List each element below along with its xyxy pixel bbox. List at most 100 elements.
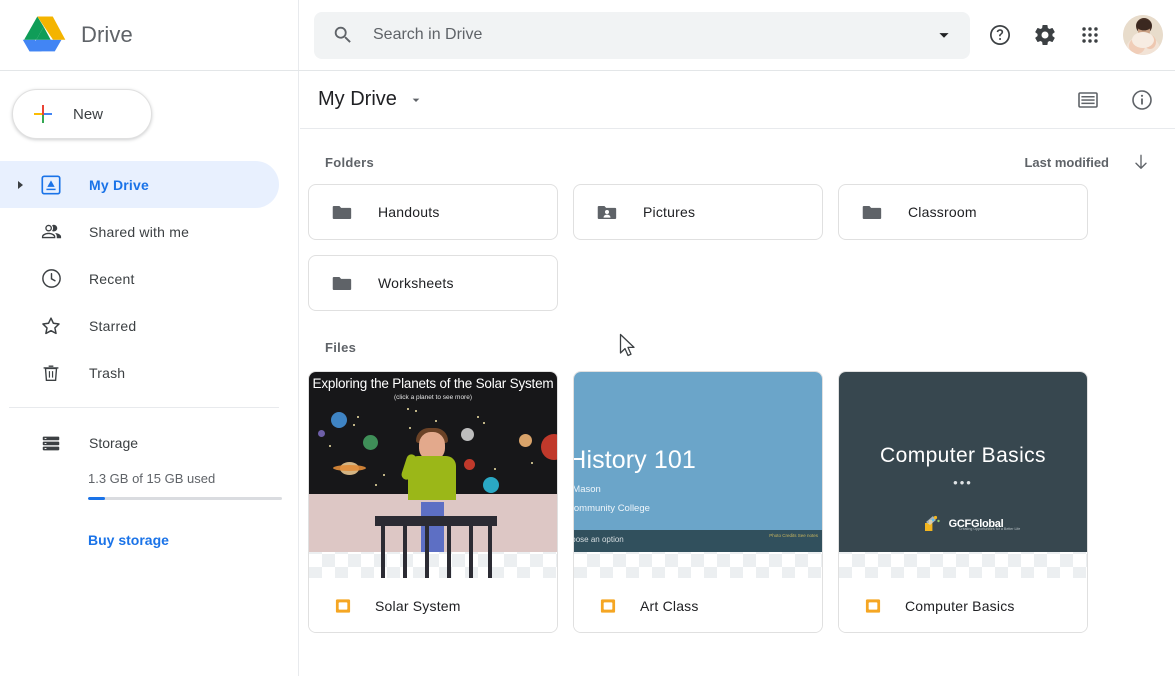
desk (375, 516, 497, 578)
file-thumbnail: Exploring the Planets of the Solar Syste… (309, 372, 557, 578)
solar-system-thumbnail: Exploring the Planets of the Solar Syste… (309, 372, 557, 578)
folder-icon (862, 206, 882, 219)
drive-logo-icon (22, 16, 66, 51)
sidebar: New My Drive Shared with me Recent Starr… (0, 71, 299, 676)
thumbnail-footer-text: Students choose an option (574, 535, 624, 544)
sidebar-divider (9, 407, 279, 408)
brand-area[interactable]: Drive (0, 0, 299, 70)
search-input[interactable] (354, 26, 922, 44)
slides-icon (335, 598, 351, 613)
info-circle-icon (1132, 89, 1152, 110)
main-content: My Drive Folders Last modified Handouts … (300, 71, 1175, 676)
sidebar-nav: My Drive Shared with me Recent Starred T… (0, 161, 298, 396)
new-button-label: New (73, 105, 104, 123)
main-header: My Drive (300, 71, 1175, 129)
page-title-dropdown-button[interactable] (401, 85, 431, 115)
storage-icon (32, 432, 70, 454)
sidebar-item-shared-with-me[interactable]: Shared with me (0, 208, 279, 255)
files-grid: Exploring the Planets of the Solar Syste… (300, 371, 1175, 633)
art-class-thumbnail: Art History 101 Professor Mason Mayfield… (574, 372, 822, 552)
help-button[interactable] (979, 14, 1021, 56)
main-header-actions (1067, 79, 1163, 121)
settings-button[interactable] (1024, 14, 1066, 56)
avatar[interactable] (1123, 15, 1163, 55)
gcfglobal-mark-icon (924, 515, 940, 531)
file-card-solar-system[interactable]: Exploring the Planets of the Solar Syste… (308, 371, 558, 633)
gcfglobal-tagline: Creating Opportunities for a Better Life (958, 527, 1021, 531)
expand-arrow-icon[interactable] (8, 180, 32, 190)
google-apps-button[interactable] (1069, 14, 1111, 56)
chevron-down-icon (939, 33, 949, 38)
new-button[interactable]: New (12, 89, 152, 139)
drive-app: Drive Search in Drive New My Drive Share… (0, 0, 1175, 676)
thumbnail-title: Exploring the Planets of the Solar Syste… (312, 376, 554, 391)
folder-card-worksheets[interactable]: Worksheets (308, 255, 558, 311)
sidebar-item-label: Trash (89, 364, 126, 381)
sidebar-item-label: My Drive (89, 176, 149, 193)
trash-icon (32, 362, 70, 384)
thumbnail-line2: Mayfield Community College (574, 503, 650, 514)
star-icon (32, 314, 70, 338)
file-card-footer: Computer Basics (839, 578, 1087, 632)
slides-icon (865, 598, 881, 613)
folder-name: Pictures (643, 204, 696, 220)
files-section-label: Files (325, 339, 357, 355)
storage-label: Storage (89, 434, 139, 451)
help-circle-icon (990, 25, 1010, 45)
gear-icon (1035, 24, 1055, 45)
buy-storage-link[interactable]: Buy storage (88, 532, 169, 548)
sidebar-item-label: Shared with me (89, 223, 190, 240)
sort-control[interactable]: Last modified (1024, 152, 1163, 172)
folder-icon (332, 206, 352, 219)
details-button[interactable] (1121, 79, 1163, 121)
gcfglobal-logo: GCFGlobal Creating Opportunities for a B… (839, 514, 1087, 532)
folder-name: Handouts (378, 204, 440, 220)
folder-name: Classroom (908, 204, 977, 220)
folder-icon (332, 277, 352, 290)
top-bar: Drive (0, 0, 1175, 71)
brand-title: Drive (81, 22, 133, 47)
topbar-actions (979, 14, 1175, 56)
search-bar[interactable] (314, 11, 970, 59)
folder-card-classroom[interactable]: Classroom (838, 184, 1088, 240)
thumbnail-title: Art History 101 (574, 446, 696, 474)
storage-used-text: 1.3 GB of 15 GB used (88, 471, 216, 486)
folder-card-pictures[interactable]: Pictures (573, 184, 823, 240)
thumbnail-line1: Professor Mason (574, 484, 601, 495)
file-card-art-class[interactable]: Art History 101 Professor Mason Mayfield… (573, 371, 823, 633)
folder-card-handouts[interactable]: Handouts (308, 184, 558, 240)
list-view-icon (1078, 91, 1098, 108)
thumbnail-footer-note: Photo Credits See notes (769, 533, 818, 538)
folders-section-label: Folders (325, 154, 375, 170)
page-title: My Drive (318, 88, 397, 110)
storage-progress-fill (88, 497, 105, 500)
file-card-computer-basics[interactable]: Computer Basics ••• GCFGlobal Creating O… (838, 371, 1088, 633)
sidebar-item-my-drive[interactable]: My Drive (0, 161, 279, 208)
slides-icon (600, 598, 616, 613)
thumbnail-footer-bar: Students choose an option Photo Credits … (574, 530, 822, 552)
folders-grid: Handouts Pictures Classroom Worksheets (300, 184, 1175, 311)
sidebar-item-starred[interactable]: Starred (0, 302, 279, 349)
clock-icon (32, 267, 70, 290)
search-options-button[interactable] (922, 13, 966, 57)
plus-icon (34, 105, 52, 123)
folder-name: Worksheets (378, 275, 454, 291)
thumbnail-title: Computer Basics (880, 444, 1046, 467)
sidebar-item-trash[interactable]: Trash (0, 349, 279, 396)
my-drive-icon (32, 174, 70, 196)
chevron-down-icon (412, 98, 420, 102)
file-name: Art Class (640, 597, 699, 614)
sort-label: Last modified (1024, 154, 1109, 170)
sidebar-item-label: Recent (89, 270, 135, 287)
avatar-image (1123, 15, 1163, 55)
file-card-footer: Solar System (309, 578, 557, 632)
sidebar-item-recent[interactable]: Recent (0, 255, 279, 302)
list-view-button[interactable] (1067, 79, 1109, 121)
sidebar-item-storage[interactable]: Storage (0, 419, 298, 466)
file-thumbnail: Computer Basics ••• GCFGlobal Creating O… (839, 372, 1087, 578)
computer-basics-thumbnail: Computer Basics ••• GCFGlobal Creating O… (839, 372, 1087, 552)
file-name: Computer Basics (905, 597, 1015, 614)
arrow-down-icon[interactable] (1131, 152, 1151, 172)
folder-shared-icon (597, 206, 617, 219)
sidebar-item-label: Starred (89, 317, 137, 334)
